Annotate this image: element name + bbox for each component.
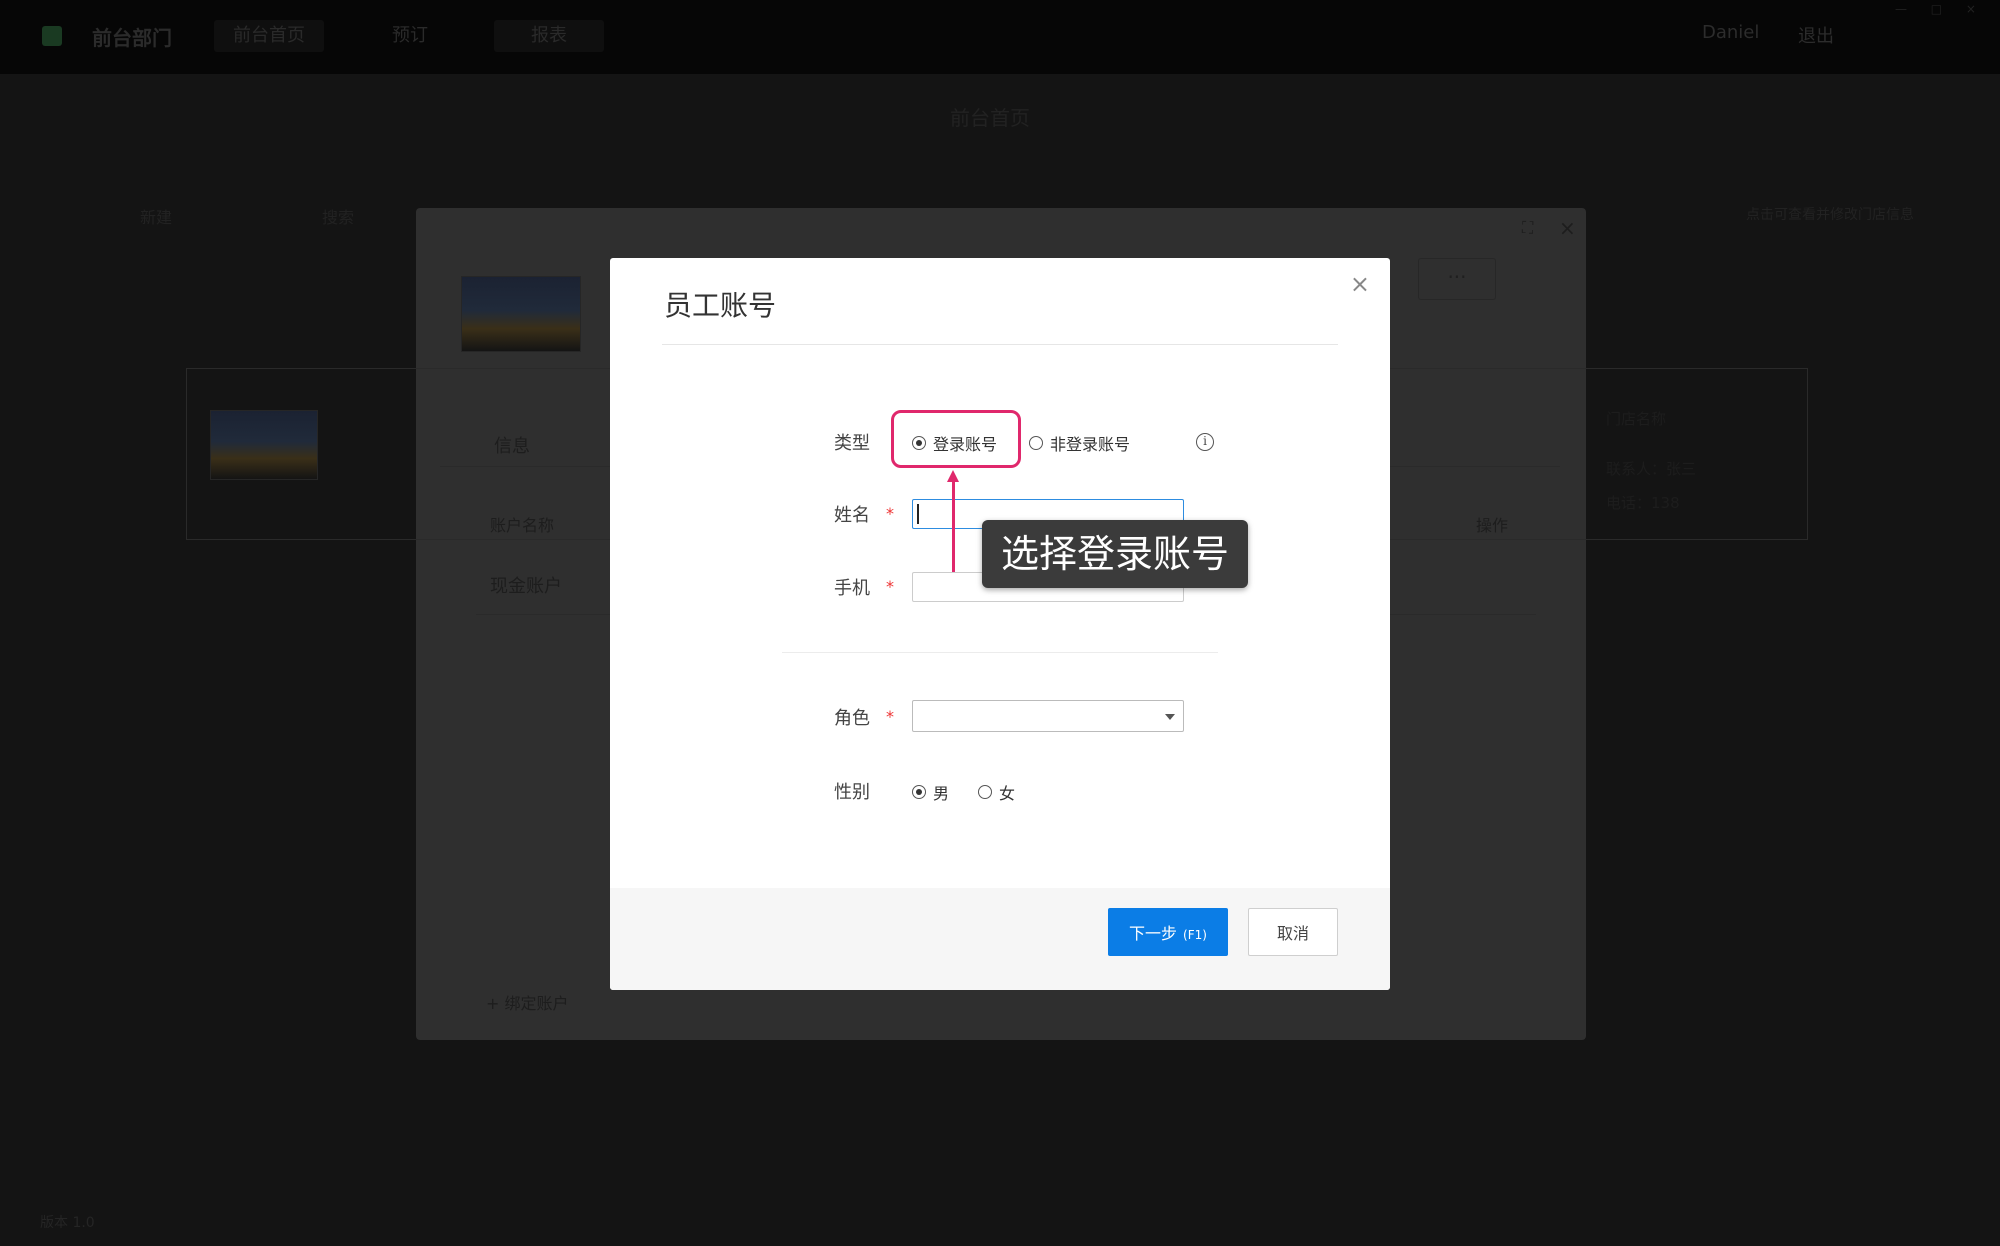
footer-text: 版本 1.0 xyxy=(40,1215,95,1231)
radio-female[interactable]: 女 xyxy=(978,780,1015,804)
radio-selected-icon xyxy=(912,785,926,799)
employee-account-dialog: 员工账号 × 类型 登录账号 非登录账号 i 姓名 * 手机 * 角色 * 性别… xyxy=(610,258,1390,990)
next-step-label: 下一步 xyxy=(1129,924,1178,943)
required-mark: * xyxy=(886,577,894,596)
nav-reports[interactable]: 报表 xyxy=(494,20,604,52)
text-caret xyxy=(917,504,919,524)
chevron-down-icon xyxy=(1165,714,1175,720)
card-line-2: 联系人：张三 xyxy=(1606,460,1697,478)
window-controls[interactable]: — □ × xyxy=(1895,2,1986,16)
page-heading: 前台首页 xyxy=(950,106,1030,130)
crumb-search[interactable]: 搜索 xyxy=(322,204,354,228)
cash-account-row[interactable]: 现金账户 xyxy=(490,572,562,598)
gender-label: 性别 xyxy=(834,782,870,803)
title-divider xyxy=(662,344,1338,345)
col-actions: 操作 xyxy=(1476,516,1509,535)
highlight-box xyxy=(891,410,1021,468)
store-image xyxy=(461,276,581,352)
dialog-title: 员工账号 xyxy=(664,289,777,322)
required-mark: * xyxy=(886,707,894,726)
type-label: 类型 xyxy=(834,433,870,454)
section-divider xyxy=(782,652,1218,653)
phone-label: 手机 xyxy=(834,578,870,599)
role-label: 角色 xyxy=(834,708,870,729)
logout-link[interactable]: 退出 xyxy=(1798,22,1834,48)
nav-home[interactable]: 前台首页 xyxy=(214,20,324,52)
close-icon[interactable]: × xyxy=(1350,270,1370,298)
cancel-button[interactable]: 取消 xyxy=(1248,908,1338,956)
radio-male-label: 男 xyxy=(933,784,950,803)
top-bar: 前台部门 前台首页 预订 报表 Daniel 退出 — □ × xyxy=(0,0,2000,74)
required-mark: * xyxy=(886,504,894,523)
dialog-footer: 下一步 (F1) 取消 xyxy=(610,888,1390,990)
store-card-image xyxy=(210,410,318,480)
info-icon[interactable]: i xyxy=(1196,433,1214,451)
brand-name: 前台部门 xyxy=(92,26,172,50)
radio-female-label: 女 xyxy=(999,784,1016,803)
info-tab[interactable]: 信息 xyxy=(494,432,530,458)
nav-booking[interactable]: 预订 xyxy=(370,20,450,52)
close-icon[interactable]: × xyxy=(1559,216,1576,240)
tutorial-tooltip: 选择登录账号 xyxy=(982,520,1248,588)
card-line-3: 电话：138 xyxy=(1606,494,1680,512)
col-account-name: 账户名称 xyxy=(490,516,555,535)
radio-non-login-account[interactable]: 非登录账号 xyxy=(1029,431,1130,455)
radio-unselected-icon xyxy=(978,785,992,799)
name-label: 姓名 xyxy=(834,505,870,526)
role-select[interactable] xyxy=(912,700,1184,732)
app-logo-icon xyxy=(42,26,62,46)
next-step-shortcut: (F1) xyxy=(1183,928,1207,942)
fullscreen-icon[interactable]: ⛶ xyxy=(1522,218,1533,238)
store-edit-hint: 点击可查看并修改门店信息 xyxy=(1746,207,1914,223)
radio-unselected-icon xyxy=(1029,436,1043,450)
card-line-1: 门店名称 xyxy=(1606,410,1667,428)
more-button[interactable]: ··· xyxy=(1418,258,1496,300)
bind-account-label: 绑定账户 xyxy=(504,994,569,1013)
radio-male[interactable]: 男 xyxy=(912,780,949,804)
arrow-line xyxy=(952,480,955,572)
user-name[interactable]: Daniel xyxy=(1702,22,1759,43)
radio-non-login-account-label: 非登录账号 xyxy=(1050,435,1131,454)
crumb-new[interactable]: 新建 xyxy=(140,204,172,228)
bind-account-button[interactable]: + 绑定账户 xyxy=(486,990,569,1014)
next-step-button[interactable]: 下一步 (F1) xyxy=(1108,908,1228,956)
